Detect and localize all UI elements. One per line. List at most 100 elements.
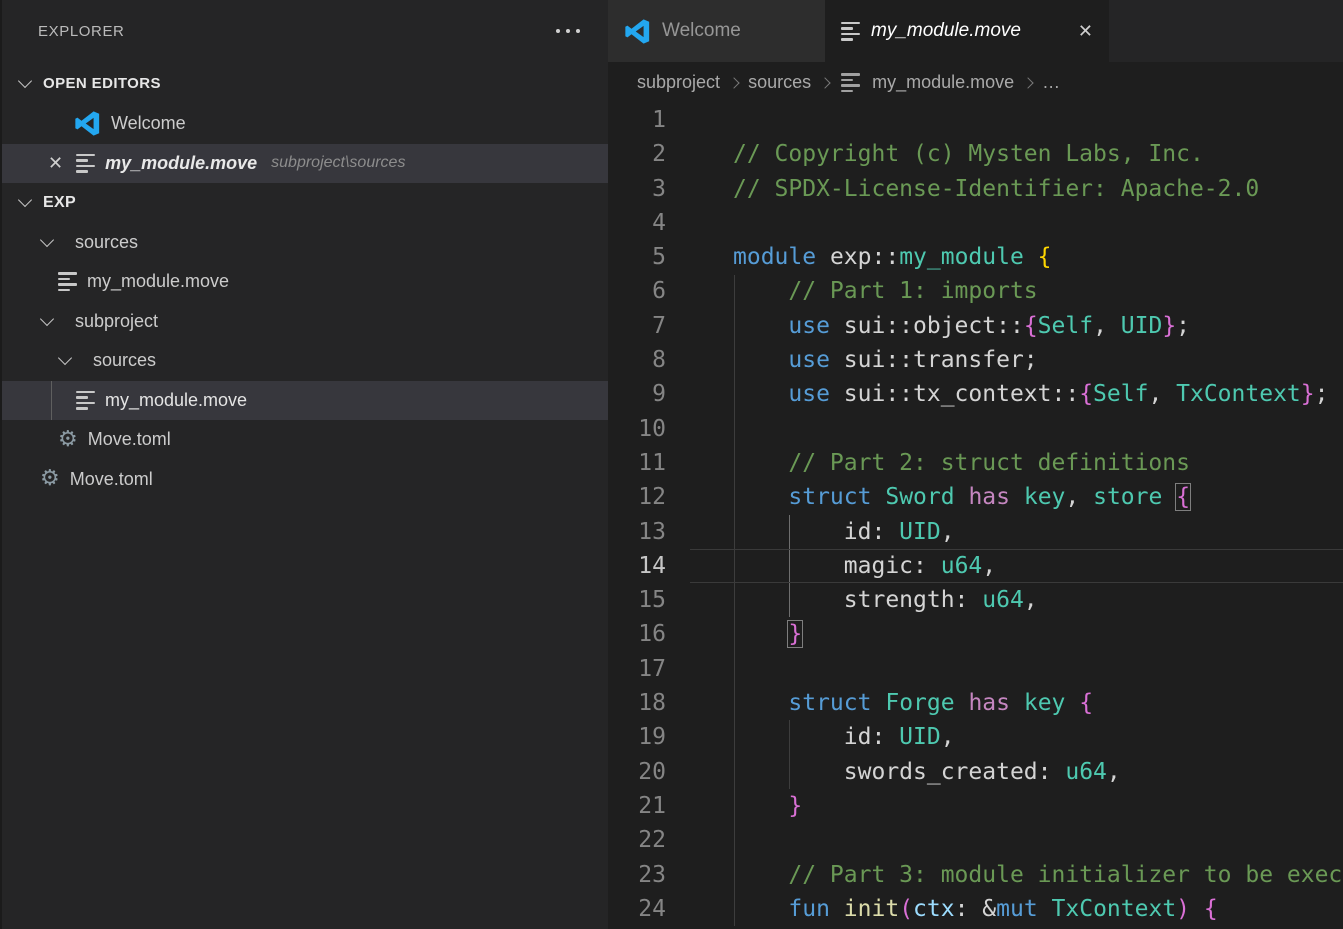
code-line[interactable]: 4 [608, 206, 1343, 240]
line-number[interactable]: 15 [608, 583, 666, 617]
code-token: magic: [733, 553, 941, 579]
tree-item-move-toml[interactable]: ⚙Move.toml [2, 460, 608, 500]
line-number[interactable]: 5 [608, 240, 666, 274]
line-content: magic: u64, [733, 549, 996, 583]
open-editors-section-header[interactable]: OPEN EDITORS [2, 62, 608, 104]
breadcrumb-item[interactable]: … [1042, 72, 1060, 93]
code-token: struct [788, 690, 871, 716]
code-line[interactable]: 7 use sui::object::{Self, UID}; [608, 309, 1343, 343]
line-number[interactable]: 4 [608, 206, 666, 240]
code-token: has [968, 484, 1010, 510]
open-editor-item[interactable]: ✕my_module.movesubproject\sources [2, 144, 608, 184]
line-number[interactable]: 13 [608, 515, 666, 549]
line-number[interactable]: 12 [608, 480, 666, 514]
code-token: u64 [1065, 759, 1107, 785]
line-number[interactable]: 20 [608, 755, 666, 789]
line-number[interactable]: 23 [608, 858, 666, 892]
chevron-down-icon [58, 351, 72, 365]
code-line[interactable]: 8 use sui::transfer; [608, 343, 1343, 377]
tree-item-my-module-move[interactable]: my_module.move [2, 381, 608, 421]
tab-welcome[interactable]: Welcome [608, 0, 825, 62]
code-token: fun [788, 896, 830, 922]
workspace-label: EXP [43, 194, 76, 212]
code-token [830, 896, 844, 922]
line-number[interactable]: 16 [608, 617, 666, 651]
close-icon[interactable]: ✕ [48, 154, 63, 172]
line-number[interactable]: 19 [608, 720, 666, 754]
code-token [1162, 484, 1176, 510]
chevron-down-icon [18, 73, 32, 87]
line-number[interactable]: 9 [608, 377, 666, 411]
code-token [1010, 484, 1024, 510]
code-line[interactable]: 6 // Part 1: imports [608, 274, 1343, 308]
line-number[interactable]: 22 [608, 823, 666, 857]
line-number[interactable]: 10 [608, 412, 666, 446]
code-line[interactable]: 9 use sui::tx_context::{Self, TxContext}… [608, 377, 1343, 411]
tree-item-label: Move.toml [88, 429, 171, 450]
code-line[interactable]: 13 id: UID, [608, 515, 1343, 549]
code-line[interactable]: 19 id: UID, [608, 720, 1343, 754]
code-line[interactable]: 15 strength: u64, [608, 583, 1343, 617]
chevron-right-icon [819, 77, 830, 88]
code-token [955, 690, 969, 716]
code-line[interactable]: 11 // Part 2: struct definitions [608, 446, 1343, 480]
code-line[interactable]: 17 [608, 652, 1343, 686]
code-line[interactable]: 5module exp::my_module { [608, 240, 1343, 274]
code-token: ctx [913, 896, 955, 922]
code-line[interactable]: 1 [608, 103, 1343, 137]
line-number[interactable]: 11 [608, 446, 666, 480]
open-editor-item[interactable]: Welcome [2, 104, 608, 144]
code-line[interactable]: 18 struct Forge has key { [608, 686, 1343, 720]
code-line[interactable]: 24 fun init(ctx: &mut TxContext) { [608, 892, 1343, 926]
code-token: u64 [941, 553, 983, 579]
gear-icon: ⚙ [40, 468, 60, 490]
code-token: use [788, 381, 830, 407]
tab-bar: Welcomemy_module.move✕ [608, 0, 1343, 62]
code-token [733, 690, 788, 716]
close-icon[interactable]: ✕ [1078, 22, 1093, 40]
line-number[interactable]: 7 [608, 309, 666, 343]
line-number[interactable]: 6 [608, 274, 666, 308]
code-token: Self [1038, 313, 1093, 339]
code-token [733, 896, 788, 922]
tab-my-module-move[interactable]: my_module.move✕ [825, 0, 1109, 62]
code-line[interactable]: 20 swords_created: u64, [608, 755, 1343, 789]
code-line[interactable]: 3// SPDX-License-Identifier: Apache-2.0 [608, 172, 1343, 206]
line-number[interactable]: 24 [608, 892, 666, 926]
code-token: module [733, 244, 816, 270]
line-content: strength: u64, [733, 583, 1038, 617]
code-token: use [788, 347, 830, 373]
more-actions-icon[interactable] [556, 29, 580, 33]
code-line[interactable]: 2// Copyright (c) Mysten Labs, Inc. [608, 137, 1343, 171]
line-number[interactable]: 14 [608, 549, 666, 583]
breadcrumb-item[interactable]: sources [748, 72, 811, 93]
tree-folder-sources[interactable]: sources [2, 341, 608, 381]
tree-folder-sources[interactable]: sources [2, 223, 608, 263]
line-number[interactable]: 2 [608, 137, 666, 171]
workspace-section-header[interactable]: EXP [2, 183, 608, 223]
code-line[interactable]: 10 [608, 412, 1343, 446]
code-token: sui::tx_context:: [830, 381, 1079, 407]
open-editor-label: Welcome [111, 113, 186, 134]
code-line[interactable]: 23 // Part 3: module initializer to be e… [608, 858, 1343, 892]
breadcrumb-item[interactable]: my_module.move [872, 72, 1014, 93]
breadcrumb-item[interactable]: subproject [637, 72, 720, 93]
code-line[interactable]: 21 } [608, 789, 1343, 823]
line-number[interactable]: 3 [608, 172, 666, 206]
code-line[interactable]: 16 } [608, 617, 1343, 651]
tree-folder-subproject[interactable]: subproject [2, 302, 608, 342]
code-line[interactable]: 14 magic: u64, [608, 549, 1343, 583]
code-line[interactable]: 12 struct Sword has key, store { [608, 480, 1343, 514]
line-number[interactable]: 21 [608, 789, 666, 823]
tree-item-my-module-move[interactable]: my_module.move [2, 262, 608, 302]
line-number[interactable]: 17 [608, 652, 666, 686]
line-number[interactable]: 8 [608, 343, 666, 377]
code-editor[interactable]: 12// Copyright (c) Mysten Labs, Inc.3// … [608, 103, 1343, 929]
line-number[interactable]: 1 [608, 103, 666, 137]
tree-item-move-toml[interactable]: ⚙Move.toml [2, 420, 608, 460]
code-line[interactable]: 22 [608, 823, 1343, 857]
line-number[interactable]: 18 [608, 686, 666, 720]
tree-item-label: sources [93, 350, 156, 371]
code-token [1024, 244, 1038, 270]
code-token: has [968, 690, 1010, 716]
